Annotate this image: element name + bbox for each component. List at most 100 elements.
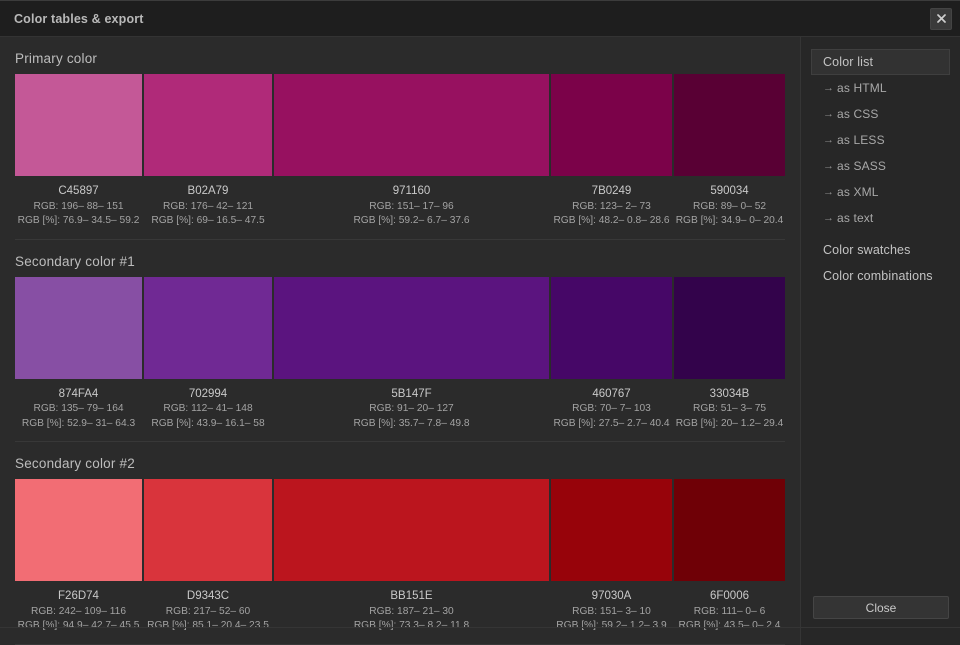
close-button[interactable]: Close bbox=[813, 596, 949, 619]
swatch-label-row: C45897RGB: 196– 88– 151RGB [%]: 76.9– 34… bbox=[15, 176, 785, 233]
export-sidebar: Color list→as HTML→as CSS→as LESS→as SAS… bbox=[800, 37, 960, 645]
color-swatch[interactable] bbox=[674, 479, 785, 581]
swatch-rgb-percent: RGB [%]: 59.2– 6.7– 37.6 bbox=[274, 214, 549, 229]
sidebar-item-label: as text bbox=[837, 211, 873, 225]
swatch-rgb: RGB: 151– 17– 96 bbox=[274, 200, 549, 215]
sidebar-item-label: as CSS bbox=[837, 107, 879, 121]
sidebar-item-label: as XML bbox=[837, 185, 879, 199]
sidebar-item-color-list[interactable]: Color list bbox=[811, 49, 950, 75]
sidebar-item-label: as HTML bbox=[837, 81, 887, 95]
color-section: Secondary color #2 F26D74RGB: 242– 109– 1… bbox=[0, 442, 800, 638]
swatch-hex: 97030A bbox=[551, 589, 672, 604]
swatch-hex: 702994 bbox=[144, 387, 272, 402]
swatch-label: 460767RGB: 70– 7– 103RGB [%]: 27.5– 2.7–… bbox=[551, 387, 672, 432]
swatch-hex: 874FA4 bbox=[15, 387, 142, 402]
swatch-rgb: RGB: 111– 0– 6 bbox=[674, 605, 785, 620]
color-swatch[interactable] bbox=[551, 277, 672, 379]
sidebar-item-as-html[interactable]: →as HTML bbox=[811, 75, 950, 101]
color-section: Secondary color #1874FA4RGB: 135– 79– 16… bbox=[0, 240, 800, 436]
section-title: Primary color bbox=[15, 37, 785, 74]
swatch-rgb-percent: RGB [%]: 69– 16.5– 47.5 bbox=[144, 214, 272, 229]
swatch-label: 7B0249RGB: 123– 2– 73RGB [%]: 48.2– 0.8–… bbox=[551, 184, 672, 229]
sidebar-item-as-sass[interactable]: →as SASS bbox=[811, 153, 950, 179]
close-icon bbox=[937, 14, 946, 23]
swatch-label: 874FA4RGB: 135– 79– 164RGB [%]: 52.9– 31… bbox=[15, 387, 142, 432]
swatch-label: 33034BRGB: 51– 3– 75RGB [%]: 20– 1.2– 29… bbox=[674, 387, 785, 432]
swatch-rgb: RGB: 135– 79– 164 bbox=[15, 402, 142, 417]
swatch-hex: 460767 bbox=[551, 387, 672, 402]
swatch-label: 971160RGB: 151– 17– 96RGB [%]: 59.2– 6.7… bbox=[274, 184, 549, 229]
swatch-row bbox=[15, 74, 785, 176]
swatch-hex: 5B147F bbox=[274, 387, 549, 402]
color-swatch[interactable] bbox=[551, 74, 672, 176]
color-section: Primary color C45897RGB: 196– 88– 151RGB … bbox=[0, 37, 800, 233]
swatch-rgb: RGB: 51– 3– 75 bbox=[674, 402, 785, 417]
swatch-row bbox=[15, 479, 785, 581]
sidebar-item-as-css[interactable]: →as CSS bbox=[811, 101, 950, 127]
swatch-hex: 590034 bbox=[674, 184, 785, 199]
swatch-label-row: 874FA4RGB: 135– 79– 164RGB [%]: 52.9– 31… bbox=[15, 379, 785, 436]
close-icon-button[interactable] bbox=[930, 8, 952, 30]
swatch-label-row: F26D74RGB: 242– 109– 116RGB [%]: 94.9– 4… bbox=[15, 581, 785, 638]
swatch-label: 590034RGB: 89– 0– 52RGB [%]: 34.9– 0– 20… bbox=[674, 184, 785, 229]
swatch-rgb: RGB: 112– 41– 148 bbox=[144, 402, 272, 417]
body-area: Primary color C45897RGB: 196– 88– 151RGB … bbox=[0, 37, 960, 645]
swatch-hex: 33034B bbox=[674, 387, 785, 402]
swatch-rgb: RGB: 70– 7– 103 bbox=[551, 402, 672, 417]
color-swatch[interactable] bbox=[144, 277, 272, 379]
color-swatch[interactable] bbox=[15, 479, 142, 581]
sidebar-item-as-less[interactable]: →as LESS bbox=[811, 127, 950, 153]
color-swatch[interactable] bbox=[144, 479, 272, 581]
color-swatch[interactable] bbox=[551, 479, 672, 581]
swatch-hex: 971160 bbox=[274, 184, 549, 199]
color-swatch[interactable] bbox=[274, 479, 549, 581]
swatch-rgb: RGB: 89– 0– 52 bbox=[674, 200, 785, 215]
arrow-right-icon: → bbox=[823, 108, 834, 120]
color-swatch[interactable] bbox=[274, 277, 549, 379]
swatch-rgb: RGB: 242– 109– 116 bbox=[15, 605, 142, 620]
color-swatch[interactable] bbox=[15, 74, 142, 176]
color-tables-main: Primary color C45897RGB: 196– 88– 151RGB … bbox=[0, 37, 800, 645]
bottom-divider bbox=[0, 627, 960, 628]
swatch-rgb-percent: RGB [%]: 52.9– 31– 64.3 bbox=[15, 417, 142, 432]
color-swatch[interactable] bbox=[674, 74, 785, 176]
sidebar-item-color-combinations[interactable]: Color combinations bbox=[811, 263, 950, 289]
swatch-hex: F26D74 bbox=[15, 589, 142, 604]
swatch-rgb: RGB: 91– 20– 127 bbox=[274, 402, 549, 417]
sidebar-item-as-xml[interactable]: →as XML bbox=[811, 179, 950, 205]
sidebar-item-color-swatches[interactable]: Color swatches bbox=[811, 237, 950, 263]
swatch-rgb: RGB: 176– 42– 121 bbox=[144, 200, 272, 215]
swatch-hex: B02A79 bbox=[144, 184, 272, 199]
color-swatch[interactable] bbox=[144, 74, 272, 176]
section-divider bbox=[15, 644, 785, 645]
sidebar-item-label: as LESS bbox=[837, 133, 885, 147]
arrow-right-icon: → bbox=[823, 212, 834, 224]
swatch-hex: D9343C bbox=[144, 589, 272, 604]
swatch-label: 5B147FRGB: 91– 20– 127RGB [%]: 35.7– 7.8… bbox=[274, 387, 549, 432]
swatch-rgb: RGB: 196– 88– 151 bbox=[15, 200, 142, 215]
swatch-rgb: RGB: 123– 2– 73 bbox=[551, 200, 672, 215]
swatch-rgb: RGB: 187– 21– 30 bbox=[274, 605, 549, 620]
sidebar-item-label: Color list bbox=[823, 55, 873, 69]
color-swatch[interactable] bbox=[274, 74, 549, 176]
swatch-hex: 7B0249 bbox=[551, 184, 672, 199]
color-swatch[interactable] bbox=[674, 277, 785, 379]
sidebar-item-as-text[interactable]: →as text bbox=[811, 205, 950, 231]
swatch-rgb: RGB: 151– 3– 10 bbox=[551, 605, 672, 620]
swatch-rgb-percent: RGB [%]: 34.9– 0– 20.4 bbox=[674, 214, 785, 229]
swatch-rgb-percent: RGB [%]: 76.9– 34.5– 59.2 bbox=[15, 214, 142, 229]
arrow-right-icon: → bbox=[823, 186, 834, 198]
swatch-rgb-percent: RGB [%]: 48.2– 0.8– 28.6 bbox=[551, 214, 672, 229]
section-title: Secondary color #2 bbox=[15, 442, 785, 479]
swatch-rgb-percent: RGB [%]: 43.9– 16.1– 58 bbox=[144, 417, 272, 432]
swatch-label: C45897RGB: 196– 88– 151RGB [%]: 76.9– 34… bbox=[15, 184, 142, 229]
color-swatch[interactable] bbox=[15, 277, 142, 379]
sidebar-item-label: Color combinations bbox=[823, 269, 933, 283]
arrow-right-icon: → bbox=[823, 82, 834, 94]
arrow-right-icon: → bbox=[823, 160, 834, 172]
swatch-rgb: RGB: 217– 52– 60 bbox=[144, 605, 272, 620]
swatch-label: 702994RGB: 112– 41– 148RGB [%]: 43.9– 16… bbox=[144, 387, 272, 432]
titlebar: Color tables & export bbox=[0, 1, 960, 37]
swatch-row bbox=[15, 277, 785, 379]
arrow-right-icon: → bbox=[823, 134, 834, 146]
